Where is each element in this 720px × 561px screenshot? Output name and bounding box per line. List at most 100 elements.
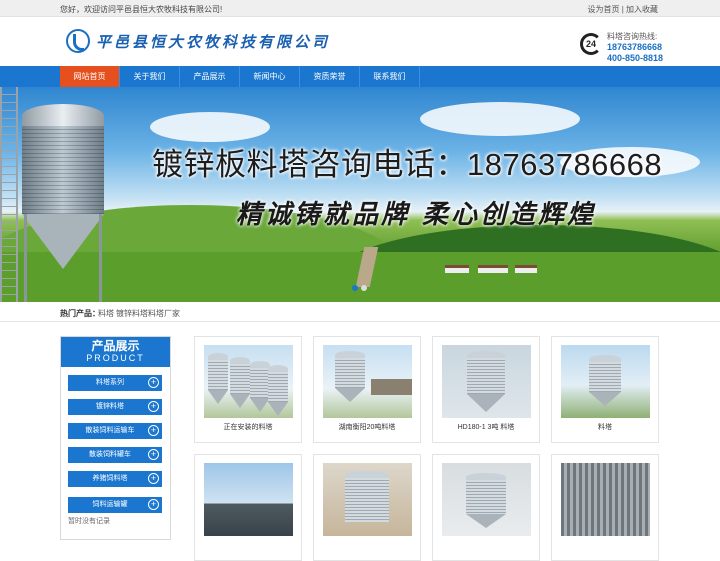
silo-thumbnail-cone — [268, 402, 288, 416]
product-card[interactable] — [194, 454, 302, 561]
silo-thumbnail — [268, 365, 288, 418]
silo-thumbnail-body — [589, 362, 621, 392]
silo-thumbnail-body — [230, 364, 250, 394]
silo-thumbnail-body — [466, 480, 506, 514]
silo-thumbnail-body — [335, 358, 365, 388]
product-card[interactable] — [313, 454, 421, 561]
product-caption: HD180-1 3吨 料塔 — [457, 424, 515, 431]
silo-thumbnail — [466, 473, 506, 533]
silo-thumbnail-body — [345, 478, 389, 522]
set-home-link[interactable]: 设为首页 — [587, 5, 619, 14]
plus-icon: + — [148, 425, 159, 436]
sidebar-item-label: 散装饲料罐车 — [89, 451, 131, 458]
product-card[interactable]: 料塔 — [551, 336, 659, 443]
site-header: 平邑县恒大农牧科技有限公司 24 料塔咨询热线: 18763786668 400… — [0, 17, 720, 66]
silo-thumbnail-body — [208, 360, 228, 390]
silo-thumbnail-body — [250, 368, 270, 398]
silo-body — [22, 126, 104, 214]
silo-cap — [22, 104, 104, 128]
silo-ladder — [0, 87, 18, 302]
product-card[interactable]: HD180-1 3吨 料塔 — [432, 336, 540, 443]
silo-thumbnail — [230, 357, 250, 417]
silo-thumbnail-cone — [230, 394, 250, 408]
silo-thumbnail — [335, 351, 365, 411]
product-card[interactable] — [432, 454, 540, 561]
cloud — [150, 112, 270, 142]
hot-keyword-1[interactable]: 料塔 — [98, 308, 114, 319]
sidebar-item-label: 镀锌料塔 — [96, 403, 124, 410]
nav-item-home[interactable]: 网站首页 — [60, 66, 120, 87]
top-links: 设为首页 | 加入收藏 — [587, 4, 658, 15]
banner-headline: 镀锌板料塔咨询电话：18763786668 — [152, 147, 663, 182]
sidebar-item-pig-feed-silo[interactable]: 养猪饲料塔 + — [68, 471, 162, 487]
silo-illustration — [22, 104, 104, 302]
cloud — [420, 102, 580, 136]
sidebar-item-label: 料塔系列 — [96, 379, 124, 386]
sidebar-item-label: 饲料运输罐 — [92, 501, 128, 508]
product-card[interactable] — [551, 454, 659, 561]
silo-leg — [24, 214, 27, 302]
hotline-label: 料塔咨询热线: — [607, 32, 658, 41]
silo-thumbnail-body — [467, 358, 505, 394]
product-caption: 湖南衡阳20吨料塔 — [338, 424, 396, 431]
sidebar-item-silo-series[interactable]: 料塔系列 + — [68, 375, 162, 391]
sidebar-empty-note: 暂时没有记录 — [68, 518, 110, 525]
product-image — [561, 345, 650, 418]
top-bar: 您好，欢迎访问平邑县恒大农牧科技有限公司! 设为首页 | 加入收藏 — [0, 0, 720, 17]
sidebar-header: 产品展示 PRODUCT — [61, 337, 170, 367]
banner-slogan: 精诚铸就品牌 柔心创造辉煌 — [236, 200, 597, 230]
nav-item-contact[interactable]: 联系我们 — [360, 66, 420, 87]
farm-building — [478, 265, 508, 273]
company-name: 平邑县恒大农牧科技有限公司 — [96, 32, 331, 51]
slider-dots — [352, 285, 370, 291]
hot-keyword-2[interactable]: 镀锌料塔 — [116, 308, 148, 319]
nav-list: 网站首页 关于我们 产品展示 新闻中心 资质荣誉 联系我们 — [60, 66, 420, 87]
sidebar-item-label: 养猪饲料塔 — [92, 475, 128, 482]
plus-icon: + — [148, 449, 159, 460]
hotline-text: 料塔咨询热线: 18763786668 400-850-8818 — [607, 31, 663, 64]
phone-icon-number: 24 — [586, 39, 597, 49]
product-image — [204, 463, 293, 536]
silo-thumbnail — [345, 471, 389, 531]
product-caption: 正在安装的料塔 — [223, 424, 273, 431]
sidebar-item-feed-transport-tank[interactable]: 饲料运输罐 + — [68, 497, 162, 513]
slider-dot-2[interactable] — [361, 285, 367, 291]
plus-icon: + — [148, 401, 159, 412]
silo-thumbnail-body — [268, 372, 288, 402]
nav-item-about[interactable]: 关于我们 — [120, 66, 180, 87]
hotline-block: 24 料塔咨询热线: 18763786668 400-850-8818 — [580, 31, 663, 64]
logo-mark-icon — [66, 29, 90, 53]
hot-products-label: 热门产品： — [60, 309, 100, 318]
silo-thumbnail-cone — [335, 388, 365, 402]
sidebar-item-bulk-feed-truck[interactable]: 散装饲料运输车 + — [68, 423, 162, 439]
silo-thumbnail-cone — [467, 394, 505, 412]
product-card[interactable]: 正在安装的料塔 — [194, 336, 302, 443]
product-sidebar: 产品展示 PRODUCT 料塔系列 + 镀锌料塔 + 散装饲料运输车 + 散装饲… — [60, 336, 171, 540]
silo-thumbnail — [250, 361, 270, 418]
silo-thumbnail-cone — [589, 392, 621, 406]
hotline-phone-2: 400-850-8818 — [607, 53, 664, 63]
welcome-text: 您好，欢迎访问平邑县恒大农牧科技有限公司! — [60, 5, 223, 14]
silo-thumbnail — [467, 351, 505, 412]
24-hour-phone-icon: 24 — [580, 33, 602, 55]
sidebar-item-bulk-feed-tanker[interactable]: 散装饲料罐车 + — [68, 447, 162, 463]
plus-icon: + — [148, 499, 159, 510]
silo-thumbnail — [589, 355, 621, 415]
sidebar-item-galvanized-silo[interactable]: 镀锌料塔 + — [68, 399, 162, 415]
hero-banner[interactable]: 镀锌板料塔咨询电话：18763786668 精诚铸就品牌 柔心创造辉煌 — [0, 87, 720, 302]
nav-item-honors[interactable]: 资质荣誉 — [300, 66, 360, 87]
add-favorite-link[interactable]: 加入收藏 — [626, 5, 658, 14]
product-image — [204, 345, 293, 418]
slider-dot-1[interactable] — [352, 285, 358, 291]
hotline-phone-1: 18763786668 — [607, 42, 663, 52]
hot-keyword-3[interactable]: 料塔厂家 — [148, 308, 180, 319]
sidebar-subtitle: PRODUCT — [86, 353, 145, 363]
product-card[interactable]: 湖南衡阳20吨料塔 — [313, 336, 421, 443]
nav-item-products[interactable]: 产品展示 — [180, 66, 240, 87]
product-caption: 料塔 — [598, 424, 612, 431]
nav-item-news[interactable]: 新闻中心 — [240, 66, 300, 87]
site-logo[interactable]: 平邑县恒大农牧科技有限公司 — [66, 29, 330, 53]
silo-thumbnail — [208, 353, 228, 413]
silo-cone — [22, 214, 104, 269]
silo-thumbnail-cone — [208, 390, 228, 404]
